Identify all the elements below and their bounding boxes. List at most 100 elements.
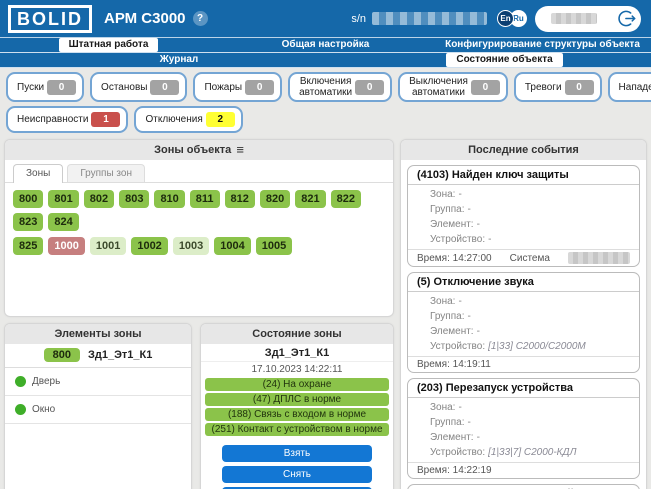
event-field-device: Устройство:- bbox=[408, 232, 639, 247]
counter-chip[interactable]: Тревоги0 bbox=[514, 72, 602, 102]
action-button-1[interactable]: Снять bbox=[222, 466, 372, 483]
zone-button-1002[interactable]: 1002 bbox=[131, 237, 167, 255]
event-card[interactable]: (4103) Найден ключ защитыЗона:-Группа:-Э… bbox=[407, 165, 640, 267]
nav-tab-row2-1[interactable]: Состояние объекта bbox=[446, 53, 562, 67]
elements-panel-header: Элементы зоны bbox=[5, 324, 191, 344]
zone-button-1004[interactable]: 1004 bbox=[214, 237, 250, 255]
zones-tab-1[interactable]: Группы зон bbox=[67, 164, 145, 182]
counter-badge: 0 bbox=[565, 80, 594, 95]
zone-button-820[interactable]: 820 bbox=[260, 190, 290, 208]
menu-icon[interactable]: ≡ bbox=[236, 145, 244, 155]
counter-chip[interactable]: Нападения0 bbox=[608, 72, 651, 102]
counter-label: Отключения bbox=[142, 114, 205, 125]
zone-actions: ВзятьСнятьСброс тревогВключить bbox=[201, 438, 393, 489]
event-field-value: [1|33|7] С2000-КДЛ bbox=[488, 447, 576, 458]
zone-button-1005[interactable]: 1005 bbox=[256, 237, 292, 255]
event-fields: Зона:-Группа:-Элемент:-Устройство:[1|33|… bbox=[408, 398, 639, 462]
event-source: Система bbox=[492, 253, 568, 264]
zone-button-803[interactable]: 803 bbox=[119, 190, 149, 208]
element-list-item[interactable]: Дверь bbox=[5, 368, 191, 396]
event-title: (5) Отключение звука bbox=[408, 273, 639, 292]
zone-button-824[interactable]: 824 bbox=[48, 213, 78, 231]
last-events-panel: Последние события (4103) Найден ключ защ… bbox=[400, 139, 647, 489]
counter-chip[interactable]: Пуски0 bbox=[6, 72, 84, 102]
event-field-value: - bbox=[477, 326, 480, 337]
nav-tab-row1-0[interactable]: Штатная работа bbox=[59, 38, 159, 52]
status-dot-icon bbox=[15, 404, 26, 415]
nav-row-2: Журнал Состояние объекта bbox=[0, 53, 651, 68]
zone-row: 800 801 802 803 810 811 812 820 821 822 823 824 bbox=[13, 190, 385, 231]
counter-chip[interactable]: Выключения автоматики0 bbox=[398, 72, 508, 102]
counter-badge: 1 bbox=[91, 112, 120, 127]
state-timestamp: 17.10.2023 14:22:11 bbox=[201, 362, 393, 378]
counter-chip[interactable]: Включения автоматики0 bbox=[288, 72, 392, 102]
counter-chip[interactable]: Отключения2 bbox=[134, 106, 242, 133]
counter-chip[interactable]: Остановы0 bbox=[90, 72, 187, 102]
event-field-device: Устройство:[1|33|7] С2000-КДЛ bbox=[408, 445, 639, 460]
zone-button-802[interactable]: 802 bbox=[84, 190, 114, 208]
counters-row-2: Неисправности1Отключения2 bbox=[6, 106, 645, 133]
help-icon[interactable]: ? bbox=[193, 11, 208, 26]
counter-label: Включения автоматики bbox=[296, 76, 355, 98]
event-field-label: Группа: bbox=[430, 311, 464, 322]
element-list: ДверьОкно bbox=[5, 368, 191, 424]
user-pill[interactable] bbox=[535, 6, 641, 32]
zone-button-810[interactable]: 810 bbox=[154, 190, 184, 208]
nav-tab-row1-1[interactable]: Общая настройка bbox=[272, 38, 380, 52]
zone-status-bar: (188) Связь с входом в норме bbox=[205, 408, 389, 421]
zone-button-821[interactable]: 821 bbox=[295, 190, 325, 208]
event-card[interactable]: (5) Отключение звукаЗона:-Группа:-Элемен… bbox=[407, 272, 640, 373]
event-card[interactable]: (251) Восст. контакт с устройствомЗона:-… bbox=[407, 484, 640, 489]
zone-button-1000[interactable]: 1000 bbox=[48, 237, 84, 255]
counter-label: Нападения bbox=[616, 82, 651, 93]
event-field-value: - bbox=[467, 417, 470, 428]
events-panel-header: Последние события bbox=[401, 140, 646, 160]
element-list-item[interactable]: Окно bbox=[5, 396, 191, 424]
zone-button-825[interactable]: 825 bbox=[13, 237, 43, 255]
language-toggle: En Ru bbox=[497, 10, 527, 27]
counter-chip[interactable]: Пожары0 bbox=[193, 72, 282, 102]
zone-button-823[interactable]: 823 bbox=[13, 213, 43, 231]
status-bars: (24) На охране(47) ДПЛС в норме(188) Свя… bbox=[201, 378, 393, 436]
counter-chip[interactable]: Неисправности1 bbox=[6, 106, 128, 133]
lang-en-button[interactable]: En bbox=[497, 10, 514, 27]
zone-status-bar: (251) Контакт с устройством в норме bbox=[205, 423, 389, 436]
counter-label: Пуски bbox=[14, 82, 47, 93]
zone-button-1001[interactable]: 1001 bbox=[90, 237, 126, 255]
event-field-zone: Зона:- bbox=[408, 294, 639, 309]
counter-badge: 2 bbox=[206, 112, 235, 127]
zone-button-822[interactable]: 822 bbox=[331, 190, 361, 208]
zone-badge[interactable]: 800 bbox=[44, 348, 80, 362]
logout-icon[interactable] bbox=[618, 9, 637, 28]
state-zone-name: Зд1_Эт1_К1 bbox=[201, 344, 393, 362]
event-field-value: - bbox=[458, 296, 461, 307]
app-header: BOLID АРМ С3000 ? s/n En Ru bbox=[0, 0, 651, 38]
serial-label: s/n bbox=[351, 13, 366, 25]
zones-tab-0[interactable]: Зоны bbox=[13, 164, 63, 183]
zone-button-801[interactable]: 801 bbox=[48, 190, 78, 208]
zone-button-800[interactable]: 800 bbox=[13, 190, 43, 208]
nav-tab-row1-2[interactable]: Конфигурирование структуры объекта bbox=[435, 38, 650, 52]
redacted-username bbox=[551, 13, 597, 24]
nav-cell: Общая настройка bbox=[217, 38, 434, 52]
event-field-label: Устройство: bbox=[430, 234, 485, 245]
redacted-serial-number bbox=[372, 12, 487, 25]
event-fields: Зона:-Группа:-Элемент:-Устройство:- bbox=[408, 185, 639, 249]
zones-panel: Зоны объекта ≡ ЗоныГруппы зон 8008018028… bbox=[4, 139, 394, 317]
event-time: Время: 14:22:19 bbox=[417, 465, 492, 476]
nav-row-1: Штатная работа Общая настройка Конфигуриро… bbox=[0, 38, 651, 53]
counter-label: Остановы bbox=[98, 82, 150, 93]
zone-button-1003[interactable]: 1003 bbox=[173, 237, 209, 255]
event-card[interactable]: (203) Перезапуск устройстваЗона:-Группа:… bbox=[407, 378, 640, 479]
event-time: Время: 14:19:11 bbox=[417, 359, 491, 370]
action-button-0[interactable]: Взять bbox=[222, 445, 372, 462]
counter-label: Тревоги bbox=[522, 82, 565, 93]
zones-tabs: ЗоныГруппы зон bbox=[5, 160, 393, 183]
zone-button-812[interactable]: 812 bbox=[225, 190, 255, 208]
events-panel-title: Последние события bbox=[468, 144, 579, 156]
nav-tab-row2-0[interactable]: Журнал bbox=[150, 53, 209, 67]
zone-button-811[interactable]: 811 bbox=[190, 190, 220, 208]
event-field-element: Элемент:- bbox=[408, 430, 639, 445]
event-field-group: Группа:- bbox=[408, 202, 639, 217]
event-field-device: Устройство:[1|33] С2000/С2000М bbox=[408, 339, 639, 354]
